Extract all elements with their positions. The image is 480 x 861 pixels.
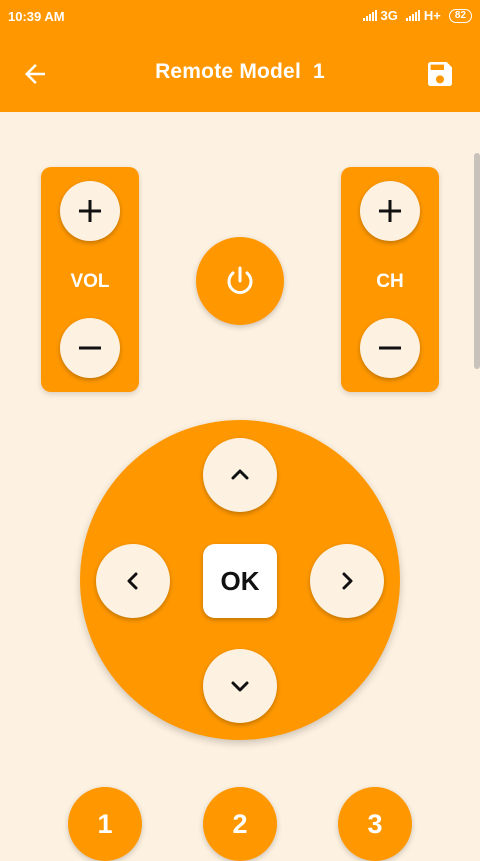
status-bar: 10:39 AM 3G H+ 82 xyxy=(0,0,480,34)
signal-strength-icon xyxy=(362,10,377,21)
volume-label: VOL xyxy=(70,271,110,292)
status-time: 10:39 AM xyxy=(8,9,65,24)
minus-icon xyxy=(379,346,401,350)
plus-icon xyxy=(379,200,401,222)
page-title: Remote Model 1 xyxy=(155,60,325,83)
volume-up-button[interactable] xyxy=(60,181,120,241)
up-button[interactable] xyxy=(203,438,277,512)
direction-pad: OK xyxy=(80,420,400,740)
volume-down-button[interactable] xyxy=(60,318,120,378)
left-button[interactable] xyxy=(96,544,170,618)
chevron-down-icon xyxy=(231,681,249,692)
channel-up-button[interactable] xyxy=(360,181,420,241)
network-type-1: 3G xyxy=(380,8,398,23)
right-button[interactable] xyxy=(310,544,384,618)
number-key-label: 2 xyxy=(232,809,248,839)
number-key-label: 1 xyxy=(97,809,113,839)
scrollbar[interactable] xyxy=(474,153,480,369)
number-key-label: 3 xyxy=(367,809,383,839)
power-icon xyxy=(227,266,253,294)
network-type-2: H+ xyxy=(423,8,441,23)
channel-rocker: CH xyxy=(341,167,439,392)
chevron-left-icon xyxy=(127,572,138,590)
chevron-right-icon xyxy=(342,572,353,590)
number-key-3[interactable]: 3 xyxy=(338,787,412,861)
volume-rocker: VOL xyxy=(41,167,139,392)
number-key-2[interactable]: 2 xyxy=(203,787,277,861)
save-button[interactable] xyxy=(424,58,456,90)
channel-down-button[interactable] xyxy=(360,318,420,378)
minus-icon xyxy=(79,346,101,350)
battery-icon: 82 xyxy=(448,8,472,23)
plus-icon xyxy=(79,200,101,222)
ok-button[interactable]: OK xyxy=(203,544,277,618)
number-key-1[interactable]: 1 xyxy=(68,787,142,861)
down-button[interactable] xyxy=(203,649,277,723)
floppy-disk-icon xyxy=(428,62,452,86)
app-bar: Remote Model 1 xyxy=(0,34,480,112)
signal-strength-icon xyxy=(405,10,420,21)
chevron-up-icon xyxy=(231,469,249,480)
power-button[interactable] xyxy=(196,237,284,325)
status-indicators: 3G H+ 82 xyxy=(362,8,472,23)
channel-label: CH xyxy=(376,271,404,292)
